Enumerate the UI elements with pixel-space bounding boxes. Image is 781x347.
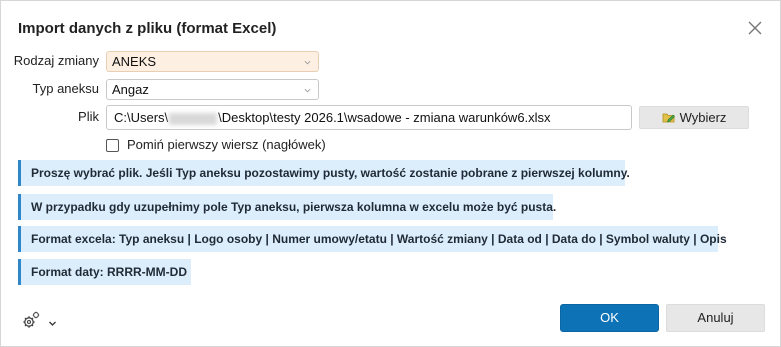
- plik-label: Plik: [78, 109, 99, 124]
- skip-header-checkbox[interactable]: [106, 139, 119, 152]
- redacted-username: [169, 112, 218, 125]
- info-message-2: W przypadku gdy uzupełnimy pole Typ anek…: [18, 194, 556, 220]
- typ-aneksu-label: Typ aneksu: [32, 81, 100, 96]
- wybierz-button[interactable]: Wybierz: [639, 106, 749, 129]
- ok-button[interactable]: OK: [560, 304, 659, 332]
- wybierz-label: Wybierz: [679, 110, 727, 125]
- skip-header-label: Pomiń pierwszy wiersz (nagłówek): [127, 137, 326, 152]
- gear-icon: [21, 311, 41, 334]
- rodzaj-zmiany-select[interactable]: ANEKS: [106, 51, 319, 72]
- plik-path-suffix: \Desktop\testy 2026.1\wsadowe - zmiana w…: [218, 110, 551, 125]
- typ-aneksu-value: Angaz: [112, 82, 149, 97]
- info-message-4: Format daty: RRRR-MM-DD: [18, 259, 191, 285]
- settings-dropdown-toggle[interactable]: [48, 315, 57, 326]
- plik-path-input[interactable]: C:\Users\ \Desktop\testy 2026.1\wsadowe -…: [106, 105, 632, 130]
- pencil-folder-icon: [662, 108, 676, 129]
- chevron-down-icon: [304, 88, 311, 93]
- settings-button[interactable]: [21, 310, 41, 330]
- typ-aneksu-select[interactable]: Angaz: [106, 79, 319, 100]
- close-button[interactable]: [745, 18, 765, 38]
- rodzaj-zmiany-value: ANEKS: [112, 54, 157, 69]
- chevron-down-icon: [49, 321, 56, 326]
- plik-path-prefix: C:\Users\: [114, 110, 169, 125]
- import-dialog: Import danych z pliku (format Excel) Rod…: [0, 0, 781, 347]
- cancel-button[interactable]: Anuluj: [666, 304, 765, 332]
- info-message-3: Format excela: Typ aneksu | Logo osoby |…: [18, 226, 727, 252]
- dialog-title: Import danych z pliku (format Excel): [18, 20, 277, 37]
- chevron-down-icon: [304, 60, 311, 65]
- rodzaj-zmiany-label: Rodzaj zmiany: [13, 53, 99, 68]
- info-message-1: Proszę wybrać plik. Jeśli Typ aneksu poz…: [18, 160, 630, 186]
- close-icon: [745, 18, 765, 38]
